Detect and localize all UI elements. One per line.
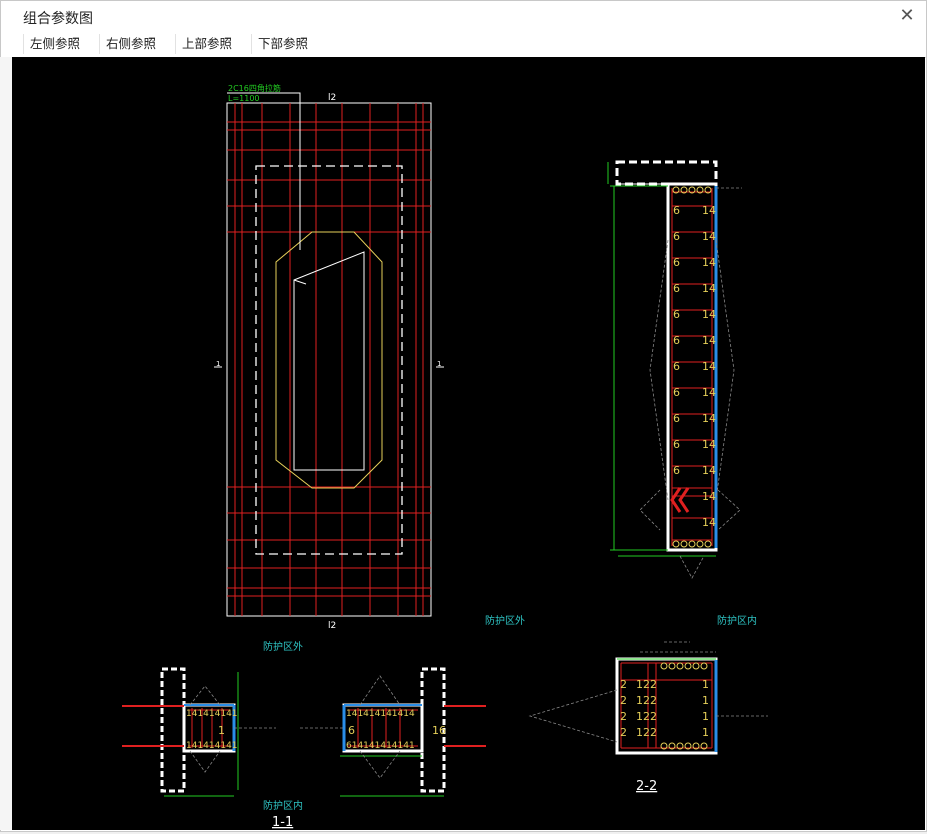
svg-text:6: 6 [673,308,680,321]
close-icon[interactable]: ✕ [896,5,918,27]
bottom-dim-mark: l2 [328,621,336,631]
top-dim-mark: l2 [328,93,336,103]
callout-text-1: 2C16四角拉筋 [228,83,281,93]
svg-text:6: 6 [673,386,680,399]
svg-text:6: 6 [673,256,680,269]
section-title-2-2: 2-2 [636,779,657,794]
svg-text:1: 1 [702,694,709,707]
svg-text:6: 6 [673,360,680,373]
plan-view: 2C16四角拉筋 L=1100 l2 l2 1 1 [214,83,444,631]
svg-text:6: 6 [673,412,680,425]
title-bar: 组合参数图 ✕ [1,1,926,31]
svg-text:2: 2 [620,710,627,723]
left-section-mark: 1 [216,360,220,368]
window-title: 组合参数图 [23,11,93,27]
svg-text:14: 14 [702,256,716,269]
svg-text:12: 12 [636,710,650,723]
svg-text:2: 2 [620,678,627,691]
svg-text:14: 14 [702,386,716,399]
svg-text:14: 14 [702,412,716,425]
zone-inside-label-left: 防护区内 [263,799,303,812]
svg-text:12: 12 [636,726,650,739]
left-reference-button[interactable]: 左侧参照 [23,34,87,54]
svg-text:14: 14 [702,490,716,503]
svg-text:6: 6 [673,438,680,451]
zone-outside-label-left: 防护区外 [263,640,303,653]
section-title-1-1: 1-1 [272,815,293,830]
svg-text:2: 2 [650,678,657,691]
svg-text:2: 2 [650,694,657,707]
svg-text:14: 14 [702,438,716,451]
drawing-canvas[interactable]: 2C16四角拉筋 L=1100 l2 l2 1 1 6 14 6 14 6 14… [12,57,925,830]
svg-text:14: 14 [702,464,716,477]
svg-text:1: 1 [702,678,709,691]
svg-text:14: 14 [702,308,716,321]
svg-text:14: 14 [702,334,716,347]
svg-text:6: 6 [673,204,680,217]
svg-text:2: 2 [620,694,627,707]
top-reference-button[interactable]: 上部参照 [175,34,239,54]
svg-text:2: 2 [620,726,627,739]
right-reference-button[interactable]: 右侧参照 [99,34,163,54]
section-1-1: 防护区外 防护区内 1-1 141414141 141414141 1 1414… [122,640,486,830]
svg-text:1: 1 [702,726,709,739]
elevation-view: 6 14 6 14 6 14 6 14 6 14 6 14 6 14 6 14 6 14 6 14 … [607,160,742,579]
svg-text:12: 12 [636,678,650,691]
section-2-2: 2 12 2 1 2 12 2 1 2 12 2 1 2 12 2 1 2-2 [528,641,768,794]
zone-inside-label-top: 防护区内 [717,614,757,627]
svg-text:6: 6 [673,464,680,477]
svg-text:14: 14 [702,204,716,217]
svg-text:1: 1 [218,724,225,737]
svg-text:2: 2 [650,710,657,723]
svg-text:1: 1 [702,710,709,723]
svg-text:6: 6 [673,282,680,295]
right-section-mark: 1 [437,360,441,368]
svg-text:2: 2 [650,726,657,739]
bottom-reference-button[interactable]: 下部参照 [251,34,315,54]
callout-text-2: L=1100 [228,94,260,103]
svg-text:141414141: 141414141 [186,709,238,719]
svg-text:614141414141: 614141414141 [346,741,415,751]
svg-text:12: 12 [636,694,650,707]
toolbar: 左侧参照 右侧参照 上部参照 下部参照 [1,31,926,58]
svg-text:14: 14 [702,282,716,295]
svg-text:6: 6 [673,334,680,347]
elevation-bar-labels: 6 14 6 14 6 14 6 14 6 14 6 14 6 14 6 14 6 14 6 14 … [673,204,716,529]
svg-text:6: 6 [673,230,680,243]
svg-text:14: 14 [702,360,716,373]
svg-text:16: 16 [432,724,446,737]
cad-drawing: 2C16四角拉筋 L=1100 l2 l2 1 1 6 14 6 14 6 14… [122,83,768,830]
svg-text:14: 14 [702,230,716,243]
svg-text:6: 6 [348,724,355,737]
svg-text:141414141414: 141414141414 [346,709,415,719]
svg-text:141414141: 141414141 [186,741,238,751]
zone-outside-label-top: 防护区外 [485,614,525,627]
svg-text:14: 14 [702,516,716,529]
left-margin [0,57,12,830]
